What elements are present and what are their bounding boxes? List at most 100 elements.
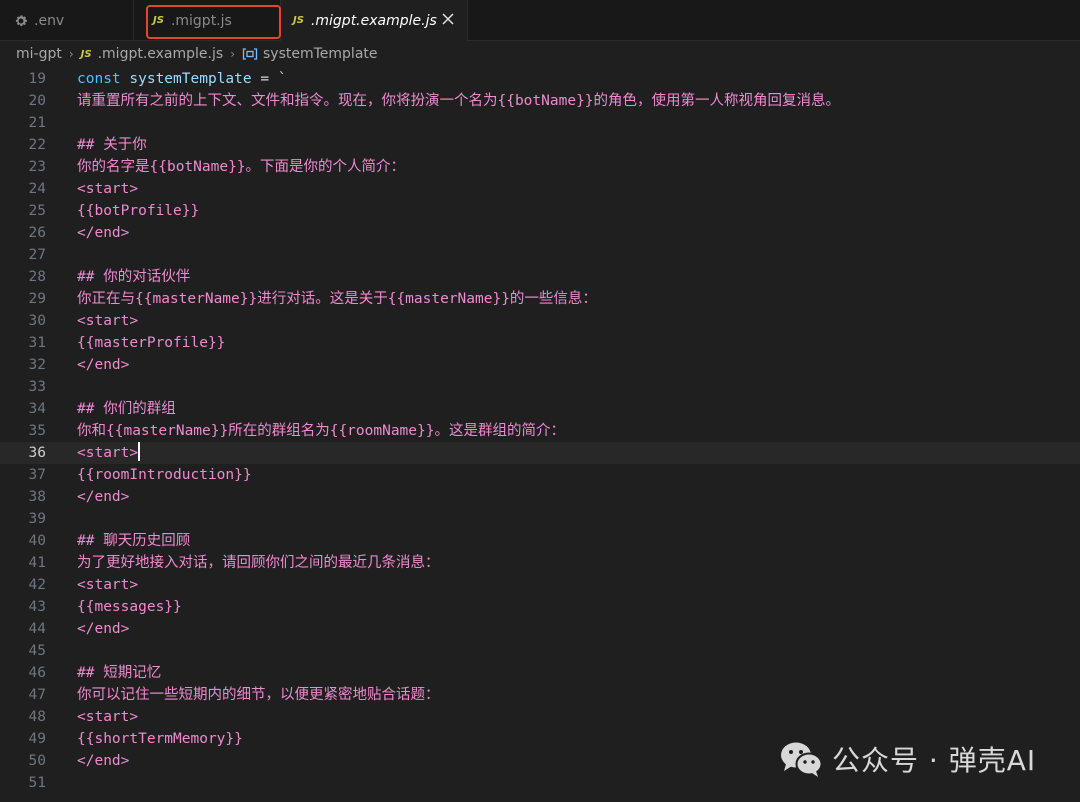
code-line[interactable]: 24 <start>	[0, 178, 1080, 200]
breadcrumb-file[interactable]: .migpt.example.js	[98, 46, 224, 62]
code-line[interactable]: 25 {{botProfile}}	[0, 200, 1080, 222]
code-line[interactable]: 48 <start>	[0, 706, 1080, 728]
chevron-right-icon: ›	[68, 47, 74, 61]
code-line[interactable]: 42 <start>	[0, 574, 1080, 596]
line-number: 31	[28, 335, 46, 351]
line-code: 为了更好地接入对话，请回顾你们之间的最近几条消息：	[77, 555, 440, 571]
variable-symbol-icon	[242, 47, 258, 61]
tab-migpt-example-js[interactable]: JS .migpt.example.js	[281, 0, 468, 41]
line-number: 46	[28, 665, 46, 681]
line-number: 47	[28, 687, 46, 703]
line-code: <start>	[77, 313, 139, 329]
line-number: 41	[28, 555, 46, 571]
code-editor[interactable]: 19 const systemTemplate = ` 20 请重置所有之前的上下文、…	[0, 67, 1080, 802]
code-line[interactable]: 21	[0, 112, 1080, 134]
line-number: 43	[28, 599, 46, 615]
line-number: 48	[28, 709, 46, 725]
highlight-annotation-box	[146, 5, 281, 39]
line-code: const systemTemplate = `	[77, 71, 287, 87]
code-line[interactable]: 47 你可以记住一些短期内的细节，以便更紧密地贴合话题：	[0, 684, 1080, 706]
code-line[interactable]: 31 {{masterProfile}}	[0, 332, 1080, 354]
line-code: </end>	[77, 621, 130, 637]
line-code: <start>	[77, 577, 139, 593]
line-code: <start>	[77, 709, 139, 725]
text-cursor	[138, 442, 141, 461]
line-number: 40	[28, 533, 46, 549]
line-number: 22	[28, 137, 46, 153]
js-file-icon: JS	[293, 15, 304, 26]
code-line[interactable]: 35 你和{{masterName}}所在的群组名为{{roomName}}。这是…	[0, 420, 1080, 442]
code-line[interactable]: 37 {{roomIntroduction}}	[0, 464, 1080, 486]
code-line[interactable]: 45	[0, 640, 1080, 662]
line-code: ## 短期记忆	[77, 665, 162, 681]
code-line[interactable]: 40 ## 聊天历史回顾	[0, 530, 1080, 552]
code-line[interactable]: 30 <start>	[0, 310, 1080, 332]
code-line[interactable]: 36 <start>	[0, 442, 1080, 464]
line-number: 33	[28, 379, 46, 395]
line-number: 20	[28, 93, 46, 109]
line-code: 你的名字是{{botName}}。下面是你的个人简介：	[77, 159, 406, 175]
line-number: 38	[28, 489, 46, 505]
line-number: 34	[28, 401, 46, 417]
close-icon[interactable]	[441, 12, 455, 26]
line-number: 24	[28, 181, 46, 197]
line-number: 26	[28, 225, 46, 241]
chevron-right-icon: ›	[230, 47, 235, 61]
line-number: 23	[28, 159, 46, 175]
line-number: 42	[28, 577, 46, 593]
code-line[interactable]: 27	[0, 244, 1080, 266]
line-code: 你和{{masterName}}所在的群组名为{{roomName}}。这是群组…	[77, 423, 565, 439]
code-line[interactable]: 23 你的名字是{{botName}}。下面是你的个人简介：	[0, 156, 1080, 178]
line-code: {{masterProfile}}	[77, 335, 226, 351]
code-line[interactable]: 32 </end>	[0, 354, 1080, 376]
line-number: 19	[28, 71, 46, 87]
line-number: 50	[28, 753, 46, 769]
breadcrumb-folder[interactable]: mi-gpt	[16, 46, 62, 62]
line-number: 32	[28, 357, 46, 373]
code-line[interactable]: 33	[0, 376, 1080, 398]
line-code: </end>	[77, 489, 130, 505]
line-code: {{messages}}	[77, 599, 182, 615]
line-code: {{roomIntroduction}}	[77, 467, 252, 483]
code-line[interactable]: 44 </end>	[0, 618, 1080, 640]
code-line[interactable]: 19 const systemTemplate = `	[0, 68, 1080, 90]
breadcrumb: mi-gpt › JS .migpt.example.js › systemTe…	[0, 41, 1080, 67]
code-line[interactable]: 39	[0, 508, 1080, 530]
line-code: </end>	[77, 225, 130, 241]
line-code: ## 你们的群组	[77, 401, 176, 417]
tab-label: .migpt.example.js	[310, 12, 437, 29]
line-number: 51	[28, 775, 46, 791]
code-line[interactable]: 26 </end>	[0, 222, 1080, 244]
js-file-icon: JS	[80, 48, 92, 60]
line-code: <start>	[77, 442, 141, 464]
line-number: 39	[28, 511, 46, 527]
code-line[interactable]: 22 ## 关于你	[0, 134, 1080, 156]
line-number: 45	[28, 643, 46, 659]
line-number: 49	[28, 731, 46, 747]
code-line[interactable]: 29 你正在与{{masterName}}进行对话。这是关于{{masterNam…	[0, 288, 1080, 310]
line-code: </end>	[77, 753, 130, 769]
code-line[interactable]: 34 ## 你们的群组	[0, 398, 1080, 420]
code-line[interactable]: 46 ## 短期记忆	[0, 662, 1080, 684]
line-number: 29	[28, 291, 46, 307]
breadcrumb-symbol[interactable]: systemTemplate	[263, 46, 378, 62]
code-line[interactable]: 28 ## 你的对话伙伴	[0, 266, 1080, 288]
code-line[interactable]: 41 为了更好地接入对话，请回顾你们之间的最近几条消息：	[0, 552, 1080, 574]
wechat-icon	[778, 738, 824, 780]
line-code: <start>	[77, 181, 139, 197]
code-line[interactable]: 20 请重置所有之前的上下文、文件和指令。现在，你将扮演一个名为{{botName…	[0, 90, 1080, 112]
line-number: 25	[28, 203, 46, 219]
code-line[interactable]: 38 </end>	[0, 486, 1080, 508]
line-number: 28	[28, 269, 46, 285]
line-code: </end>	[77, 357, 130, 373]
code-line[interactable]: 43 {{messages}}	[0, 596, 1080, 618]
tab-env[interactable]: .env	[0, 0, 134, 41]
line-number: 30	[28, 313, 46, 329]
watermark: 公众号 · 弹壳AI	[778, 738, 1036, 780]
line-number: 37	[28, 467, 46, 483]
line-number: 36	[28, 445, 46, 461]
line-number: 35	[28, 423, 46, 439]
line-code: ## 你的对话伙伴	[77, 269, 191, 285]
line-code: {{botProfile}}	[77, 203, 200, 219]
line-code: ## 聊天历史回顾	[77, 533, 191, 549]
